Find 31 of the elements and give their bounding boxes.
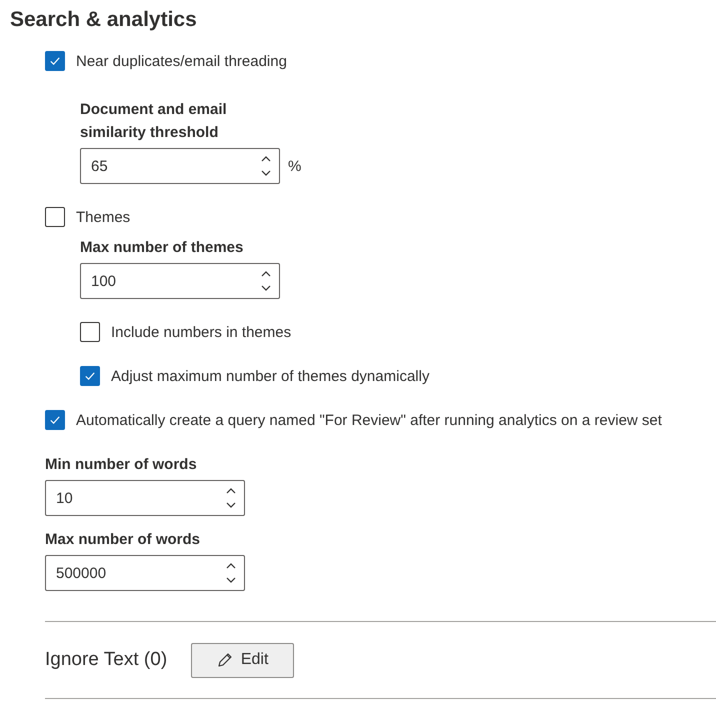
number-field[interactable]: 500000 — [45, 555, 245, 591]
checkbox-label: Include numbers in themes — [111, 324, 292, 340]
field-label: Min number of words — [45, 455, 198, 475]
number-field[interactable]: 10 — [45, 480, 245, 516]
field-label: Max number of words — [45, 530, 202, 550]
chevron-up-icon[interactable] — [226, 488, 236, 494]
section-heading: Ignore Text (0) — [45, 649, 168, 671]
section-title: Search & analytics — [10, 8, 198, 32]
checkbox-label: Themes — [76, 208, 130, 226]
chevron-down-icon[interactable] — [261, 285, 271, 291]
number-field[interactable]: 65 — [80, 148, 280, 184]
checkbox-label: Automatically create a query named "For Review" after running analytics on a review set — [76, 412, 662, 428]
chevron-up-icon[interactable] — [261, 156, 271, 162]
chevron-up-icon[interactable] — [226, 563, 236, 569]
chevron-down-icon[interactable] — [261, 170, 271, 176]
chevron-down-icon[interactable] — [226, 577, 236, 583]
checkbox-label: Adjust maximum number of themes dynamically — [111, 368, 430, 384]
field-label: Document and email similarity threshold — [80, 100, 228, 143]
checkbox[interactable] — [80, 322, 100, 342]
field-label: Max number of themes — [80, 238, 244, 258]
checkbox-label: Near duplicates/email threading — [76, 52, 287, 70]
chevron-down-icon[interactable] — [226, 502, 236, 508]
checkbox[interactable] — [45, 410, 65, 430]
edit-button[interactable]: Edit — [191, 642, 294, 678]
pencil-icon — [216, 652, 233, 668]
checkbox[interactable] — [80, 366, 100, 386]
checkbox[interactable] — [45, 51, 65, 71]
number-field[interactable]: 100 — [80, 263, 280, 299]
chevron-up-icon[interactable] — [261, 271, 271, 277]
unit-label: % — [288, 158, 302, 174]
checkbox[interactable] — [45, 207, 65, 227]
